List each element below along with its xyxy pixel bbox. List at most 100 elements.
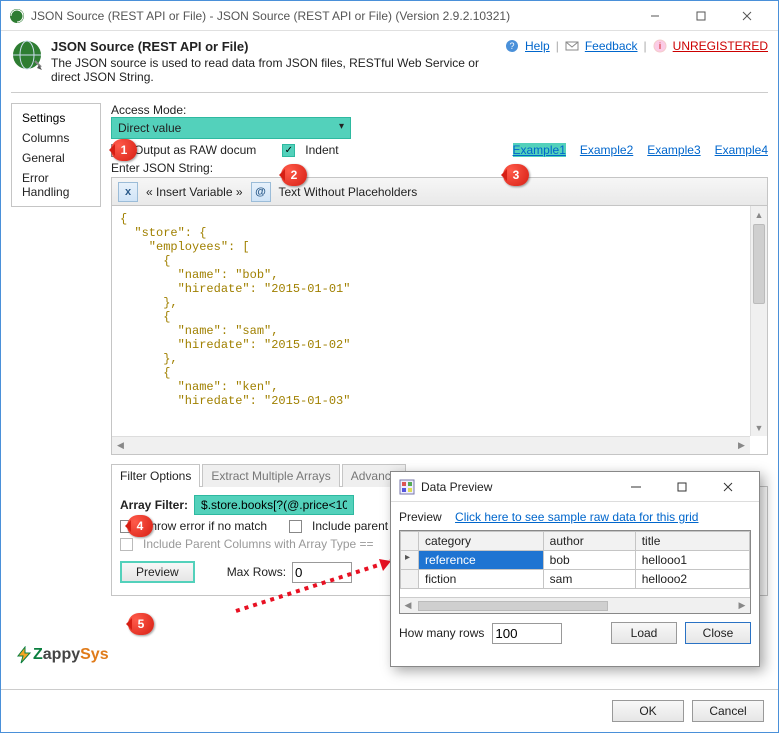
- row1-title[interactable]: hellooo1: [635, 551, 749, 570]
- json-toolbar: x « Insert Variable » @ Text Without Pla…: [111, 177, 768, 205]
- preview-maximize-button[interactable]: [659, 472, 705, 501]
- indent-checkbox[interactable]: [282, 144, 295, 157]
- help-link[interactable]: Help: [525, 39, 550, 53]
- preview-sample-link[interactable]: Click here to see sample raw data for th…: [455, 510, 698, 524]
- sidetab-error-handling[interactable]: Error Handling: [12, 168, 100, 202]
- how-many-rows-label: How many rows: [399, 626, 484, 640]
- access-mode-label: Access Mode:: [111, 103, 768, 117]
- how-many-rows-input[interactable]: [492, 623, 562, 644]
- col-title[interactable]: title: [635, 532, 749, 551]
- globe-icon: [11, 39, 43, 71]
- example1-link[interactable]: Example1: [513, 143, 566, 157]
- svg-text:?: ?: [510, 41, 515, 51]
- header-subtitle: The JSON source is used to read data fro…: [51, 56, 505, 84]
- ok-button[interactable]: OK: [612, 700, 684, 722]
- close-button[interactable]: [724, 1, 770, 30]
- grid-hscroll[interactable]: ◀ ▶: [400, 597, 750, 613]
- preview-minimize-button[interactable]: [613, 472, 659, 501]
- example4-link[interactable]: Example4: [715, 143, 768, 157]
- side-tabs: Settings Columns General Error Handling: [11, 103, 101, 207]
- sidetab-settings[interactable]: Settings: [12, 108, 100, 128]
- bolt-icon: [15, 646, 33, 664]
- callout-1: 1: [111, 139, 137, 161]
- callout-3: 3: [503, 164, 529, 186]
- info-icon: i: [653, 39, 667, 53]
- max-rows-label: Max Rows:: [227, 565, 286, 579]
- json-text-content: { "store": { "employees": [ { "name": "b…: [112, 206, 767, 436]
- cancel-button[interactable]: Cancel: [692, 700, 764, 722]
- grid-scroll-right-icon[interactable]: ▶: [734, 598, 750, 614]
- data-preview-window: Data Preview Preview Click here to see s…: [390, 471, 760, 667]
- json-vscroll[interactable]: ▲ ▼: [750, 206, 767, 436]
- max-rows-input[interactable]: [292, 562, 352, 583]
- scroll-left-icon[interactable]: ◀: [112, 437, 129, 454]
- output-raw-label: Output as RAW docum: [134, 143, 256, 157]
- unregistered-link[interactable]: UNREGISTERED: [673, 39, 768, 53]
- enter-json-label: Enter JSON String:: [111, 161, 768, 175]
- dialog-footer: OK Cancel: [1, 689, 778, 732]
- callout-4: 4: [127, 515, 153, 537]
- row2-author[interactable]: sam: [543, 570, 635, 589]
- array-filter-input[interactable]: [194, 495, 354, 515]
- mail-icon: [565, 39, 579, 53]
- scroll-right-icon[interactable]: ▶: [733, 437, 750, 454]
- maximize-button[interactable]: [678, 1, 724, 30]
- scroll-thumb[interactable]: [753, 224, 765, 304]
- header: JSON Source (REST API or File) The JSON …: [1, 31, 778, 92]
- insert-variable-icon[interactable]: x: [118, 182, 138, 202]
- row2-category[interactable]: fiction: [419, 570, 544, 589]
- preview-app-icon: [399, 479, 415, 495]
- preview-close-button[interactable]: [705, 472, 751, 501]
- indent-label: Indent: [305, 143, 338, 157]
- window-title: JSON Source (REST API or File) - JSON So…: [31, 9, 632, 23]
- preview-close-btn[interactable]: Close: [685, 622, 751, 644]
- minimize-button[interactable]: [632, 1, 678, 30]
- callout-5: 5: [128, 613, 154, 635]
- sidetab-general[interactable]: General: [12, 148, 100, 168]
- col-author[interactable]: author: [543, 532, 635, 551]
- access-mode-value: Direct value: [118, 121, 181, 135]
- scroll-up-icon[interactable]: ▲: [751, 206, 767, 223]
- grid-scroll-left-icon[interactable]: ◀: [400, 598, 416, 614]
- preview-grid[interactable]: category author title reference bob hell…: [399, 530, 751, 614]
- help-icon: ?: [505, 39, 519, 53]
- row1-header[interactable]: [401, 551, 419, 570]
- json-hscroll[interactable]: ◀ ▶: [112, 436, 750, 454]
- preview-titlebar: Data Preview: [391, 472, 759, 502]
- include-parent-array-checkbox: [120, 538, 133, 551]
- row1-category[interactable]: reference: [419, 551, 544, 570]
- example2-link[interactable]: Example2: [580, 143, 633, 157]
- app-icon: [9, 8, 25, 24]
- include-parent-array-label: Include Parent Columns with Array Type =…: [143, 537, 374, 551]
- access-mode-dropdown[interactable]: Direct value: [111, 117, 351, 139]
- tab-extract-arrays[interactable]: Extract Multiple Arrays: [202, 464, 339, 487]
- scroll-down-icon[interactable]: ▼: [751, 419, 767, 436]
- row2-title[interactable]: hellooo2: [635, 570, 749, 589]
- array-filter-value[interactable]: [199, 497, 349, 513]
- insert-variable-label[interactable]: « Insert Variable »: [146, 185, 243, 199]
- col-category[interactable]: category: [419, 532, 544, 551]
- callout-2: 2: [281, 164, 307, 186]
- titlebar: JSON Source (REST API or File) - JSON So…: [1, 1, 778, 31]
- main-window: JSON Source (REST API or File) - JSON So…: [0, 0, 779, 733]
- sidetab-columns[interactable]: Columns: [12, 128, 100, 148]
- svg-text:i: i: [659, 41, 661, 51]
- array-filter-label: Array Filter:: [120, 498, 188, 512]
- json-textarea[interactable]: { "store": { "employees": [ { "name": "b…: [111, 205, 768, 455]
- include-parent-checkbox[interactable]: [289, 520, 302, 533]
- text-placeholder-icon[interactable]: @: [251, 182, 271, 202]
- feedback-link[interactable]: Feedback: [585, 39, 638, 53]
- preview-title-text: Data Preview: [421, 480, 613, 494]
- row1-author[interactable]: bob: [543, 551, 635, 570]
- load-button[interactable]: Load: [611, 622, 677, 644]
- text-without-placeholders-label[interactable]: Text Without Placeholders: [279, 185, 418, 199]
- header-title: JSON Source (REST API or File): [51, 39, 505, 54]
- grid-scroll-thumb[interactable]: [418, 601, 608, 611]
- example3-link[interactable]: Example3: [647, 143, 700, 157]
- zappysys-logo: ZappySys: [15, 646, 109, 664]
- grid-corner: [401, 532, 419, 551]
- tab-filter-options[interactable]: Filter Options: [111, 464, 200, 487]
- include-parent-label: Include parent: [312, 519, 388, 533]
- row2-header[interactable]: [401, 570, 419, 589]
- preview-button[interactable]: Preview: [120, 561, 195, 583]
